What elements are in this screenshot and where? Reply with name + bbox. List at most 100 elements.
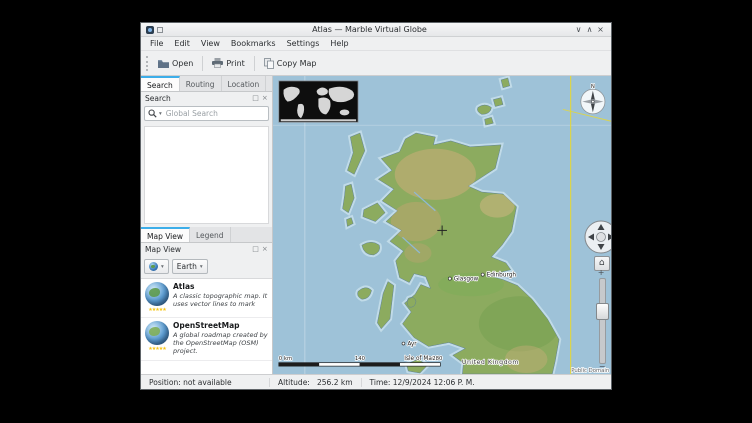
- openstreetmap-thumbnail: [145, 321, 169, 345]
- copy-map-button[interactable]: Copy Map: [258, 54, 323, 73]
- print-button[interactable]: Print: [206, 54, 250, 72]
- status-bar: Position: not available Altitude: 256.2 …: [141, 374, 611, 389]
- map-view-dock-title: Map View: [145, 245, 181, 254]
- tab-location[interactable]: Location: [222, 76, 267, 91]
- projection-dropdown[interactable]: ▾: [144, 259, 169, 274]
- status-position: Position: not available: [141, 378, 269, 387]
- menu-bookmarks[interactable]: Bookmarks: [226, 38, 281, 49]
- city-label-ayr: Ayr: [407, 341, 417, 347]
- tab-legend[interactable]: Legend: [190, 227, 231, 242]
- search-input[interactable]: [164, 108, 265, 119]
- status-time: Time: 12/9/2024 12:06 P. M.: [361, 378, 483, 387]
- folder-icon: [158, 59, 169, 68]
- chevron-down-icon: ▾: [161, 264, 164, 270]
- theme-description: A classic topographic map. It uses vecto…: [173, 292, 268, 309]
- scale-end-label: 280: [432, 356, 443, 362]
- theme-description: A global roadmap created by the OpenStre…: [173, 331, 268, 356]
- close-dock-icon[interactable]: ×: [262, 95, 268, 102]
- menu-view[interactable]: View: [196, 38, 225, 49]
- atlas-thumbnail: [145, 282, 169, 306]
- theme-item-atlas[interactable]: ★★★★★ Atlas A classic topographic map. I…: [141, 279, 272, 318]
- float-dock-icon[interactable]: □: [252, 246, 259, 253]
- zoom-slider[interactable]: [599, 278, 606, 364]
- menu-help[interactable]: Help: [325, 38, 353, 49]
- open-label: Open: [172, 59, 193, 68]
- search-icon: [148, 109, 157, 118]
- map-view-dock-header: Map View □ ×: [141, 243, 272, 256]
- map-view-controls: ▾ Earth ▾: [141, 256, 272, 278]
- city-label-glasgow: Glasgow: [453, 277, 478, 283]
- map-viewport[interactable]: Glasgow Edinburgh Ayr Isle of Man United…: [273, 76, 611, 374]
- altitude-label: Altitude:: [278, 378, 310, 387]
- printer-icon: [212, 58, 223, 68]
- menu-file[interactable]: File: [145, 38, 168, 49]
- map-theme-list: ★★★★★ Atlas A classic topographic map. I…: [141, 278, 272, 375]
- copy-icon: [264, 58, 274, 69]
- close-dock-icon[interactable]: ×: [262, 246, 268, 253]
- float-dock-icon[interactable]: □: [252, 95, 259, 102]
- celestial-body-label: Earth: [177, 262, 197, 271]
- panel-tabs-bottom: Map View Legend: [141, 227, 272, 243]
- star-rating: ★★★★★: [148, 346, 165, 352]
- theme-thumb-column: ★★★★★: [145, 282, 169, 313]
- search-dock-title: Search: [145, 94, 171, 103]
- window-title: Atlas — Marble Virtual Globe: [166, 25, 573, 34]
- panel-tabs-top: Search Routing Location: [141, 76, 272, 92]
- theme-name: OpenStreetMap: [173, 321, 268, 330]
- global-search-field[interactable]: ▾: [144, 106, 269, 121]
- pan-center-button: [596, 233, 605, 242]
- content-area: Search Routing Location Search □ ×: [141, 76, 611, 374]
- chevron-down-icon: ▾: [200, 264, 203, 270]
- sidebar: Search Routing Location Search □ ×: [141, 76, 273, 374]
- navigation-pad[interactable]: [583, 219, 611, 257]
- status-altitude: Altitude: 256.2 km: [269, 378, 361, 387]
- theme-thumb-column: ★★★★★: [145, 321, 169, 356]
- menu-bar: File Edit View Bookmarks Settings Help: [141, 37, 611, 51]
- maximize-button[interactable]: ∧: [584, 24, 595, 35]
- zoom-out-button[interactable]: −: [599, 362, 606, 371]
- city-label-edinburgh: Edinburgh: [486, 273, 516, 279]
- star-rating: ★★★★★: [148, 307, 165, 313]
- tab-map-view[interactable]: Map View: [141, 227, 190, 242]
- title-bar[interactable]: Atlas — Marble Virtual Globe ∨ ∧ ×: [141, 23, 611, 37]
- search-mode-caret-icon[interactable]: ▾: [159, 111, 162, 117]
- menu-edit[interactable]: Edit: [169, 38, 195, 49]
- search-dock-header: Search □ ×: [141, 92, 272, 105]
- tab-search[interactable]: Search: [141, 76, 180, 91]
- tab-routing[interactable]: Routing: [180, 76, 222, 91]
- glasgow-marker: [448, 277, 451, 280]
- open-button[interactable]: Open: [152, 55, 199, 72]
- zoom-in-button[interactable]: +: [598, 268, 605, 277]
- theme-name: Atlas: [173, 282, 268, 291]
- label-united-kingdom: United Kingdom: [462, 359, 519, 366]
- theme-text: Atlas A classic topographic map. It uses…: [173, 282, 268, 313]
- print-label: Print: [226, 59, 244, 68]
- ayr-marker: [402, 342, 405, 345]
- globe-icon: [149, 262, 158, 271]
- overview-world-map[interactable]: [279, 81, 358, 122]
- label-isle-of-man: Isle of Man: [404, 356, 436, 362]
- marble-window: Atlas — Marble Virtual Globe ∨ ∧ × File …: [140, 22, 612, 390]
- pin-icon: [157, 27, 163, 33]
- search-results-list: [144, 126, 269, 224]
- main-toolbar: Open Print Copy Map: [141, 51, 611, 76]
- search-row: ▾: [141, 105, 272, 126]
- scale-start-label: 0 km: [279, 356, 292, 362]
- app-icon: [146, 26, 154, 34]
- toolbar-separator: [254, 56, 255, 71]
- menu-settings[interactable]: Settings: [282, 38, 325, 49]
- theme-item-openstreetmap[interactable]: ★★★★★ OpenStreetMap A global roadmap cre…: [141, 318, 272, 361]
- screen-background: Atlas — Marble Virtual Globe ∨ ∧ × File …: [0, 0, 752, 423]
- close-button[interactable]: ×: [595, 24, 606, 35]
- minimize-button[interactable]: ∨: [573, 24, 584, 35]
- toolbar-separator: [202, 56, 203, 71]
- scale-mid-label: 140: [355, 356, 366, 362]
- edinburgh-marker: [481, 273, 484, 276]
- map-canvas[interactable]: Glasgow Edinburgh Ayr Isle of Man United…: [273, 76, 611, 374]
- theme-text: OpenStreetMap A global roadmap created b…: [173, 321, 268, 356]
- copy-map-label: Copy Map: [277, 59, 317, 68]
- toolbar-drag-handle[interactable]: [146, 56, 148, 71]
- altitude-value: 256.2 km: [317, 378, 353, 387]
- celestial-body-dropdown[interactable]: Earth ▾: [172, 259, 208, 274]
- zoom-slider-handle[interactable]: [596, 303, 609, 320]
